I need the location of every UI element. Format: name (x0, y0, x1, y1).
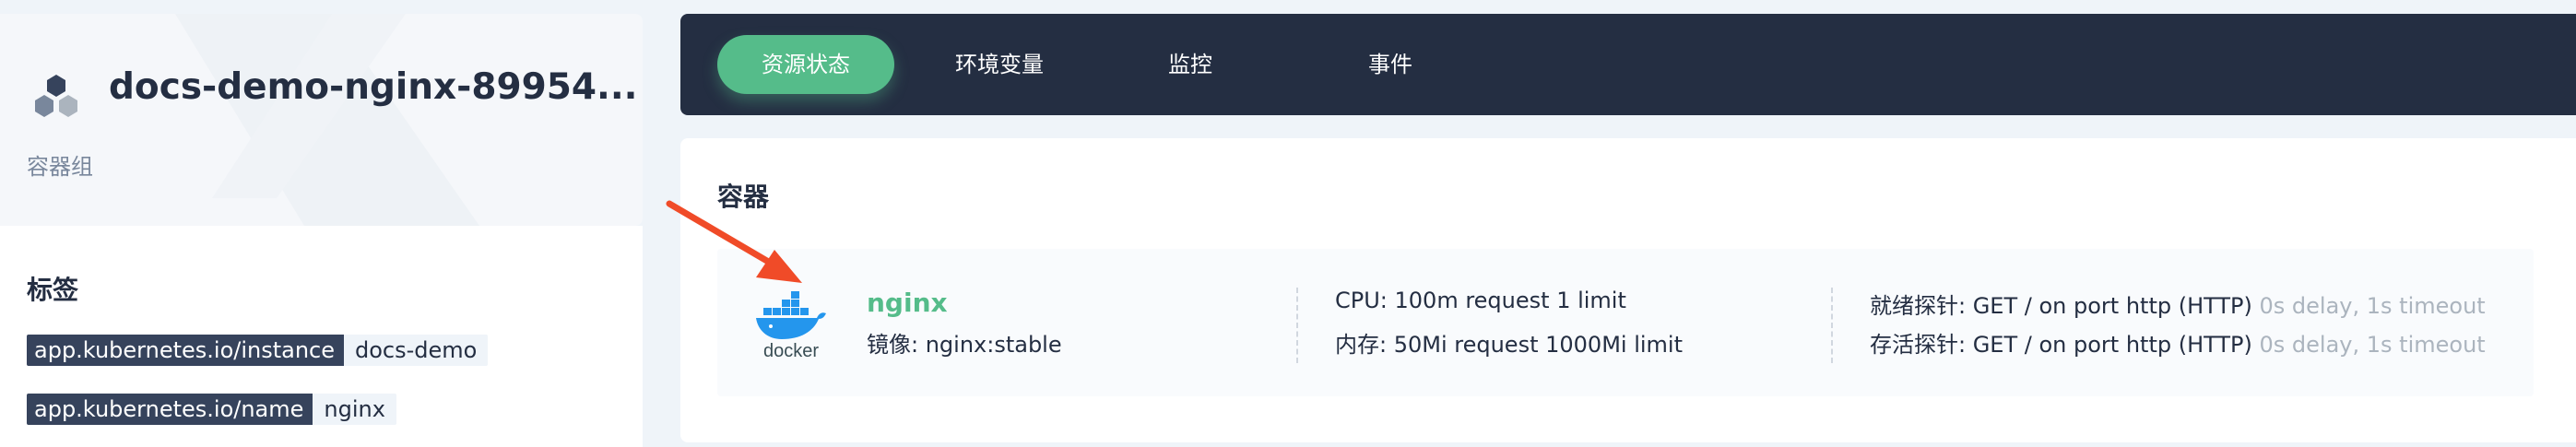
readiness-probe: 就绪探针: GET / on port http (HTTP) 0s delay… (1870, 288, 2486, 320)
labels-title: 标签 (27, 275, 79, 305)
label-key: app.kubernetes.io/name (27, 394, 313, 425)
readiness-probe-main: 就绪探针: GET / on port http (HTTP) (1870, 293, 2252, 319)
liveness-probe-main: 存活探针: GET / on port http (HTTP) (1870, 332, 2252, 358)
annotation-arrow-icon (666, 200, 802, 283)
labels-card: 标签 app.kubernetes.io/instance docs-demo … (0, 226, 643, 447)
label-tag: app.kubernetes.io/instance docs-demo (27, 335, 489, 366)
liveness-probe-detail: 0s delay, 1s timeout (2259, 332, 2486, 358)
liveness-probe: 存活探针: GET / on port http (HTTP) 0s delay… (1870, 326, 2486, 359)
tab-events[interactable]: 事件 (1351, 35, 1430, 94)
left-panel: docs-demo-nginx-89954... 容器组 标签 app.kube… (0, 0, 643, 447)
label-value: nginx (313, 394, 396, 425)
tabs-bar: 资源状态 环境变量 监控 事件 (680, 14, 2576, 115)
pod-cubes-icon (35, 75, 77, 117)
readiness-probe-detail: 0s delay, 1s timeout (2259, 293, 2486, 319)
divider (1296, 288, 1298, 363)
pod-header-card: docs-demo-nginx-89954... 容器组 (0, 14, 643, 226)
divider (1831, 288, 1833, 363)
container-name[interactable]: nginx (867, 288, 948, 318)
label-key: app.kubernetes.io/instance (27, 335, 345, 366)
memory-resources: 内存: 50Mi request 1000Mi limit (1335, 332, 1683, 358)
resource-type: 容器组 (27, 154, 93, 180)
container-image: 镜像: nginx:stable (867, 332, 1062, 358)
container-item[interactable]: docker nginx 镜像: nginx:stable CPU: 100m … (717, 249, 2534, 396)
cpu-resources: CPU: 100m request 1 limit (1335, 288, 1626, 313)
containers-card: 容器 docker nginx 镜像: nginx:stable CPU: 10… (680, 138, 2576, 442)
tab-resource-status[interactable]: 资源状态 (717, 35, 894, 94)
pod-name: docs-demo-nginx-89954... (109, 66, 638, 108)
tab-env-variables[interactable]: 环境变量 (928, 35, 1071, 94)
docker-logo-text: docker (763, 341, 819, 361)
label-tag: app.kubernetes.io/name nginx (27, 394, 396, 425)
tab-monitoring[interactable]: 监控 (1151, 35, 1230, 94)
label-value: docs-demo (344, 335, 489, 366)
background-decoration (175, 14, 479, 226)
